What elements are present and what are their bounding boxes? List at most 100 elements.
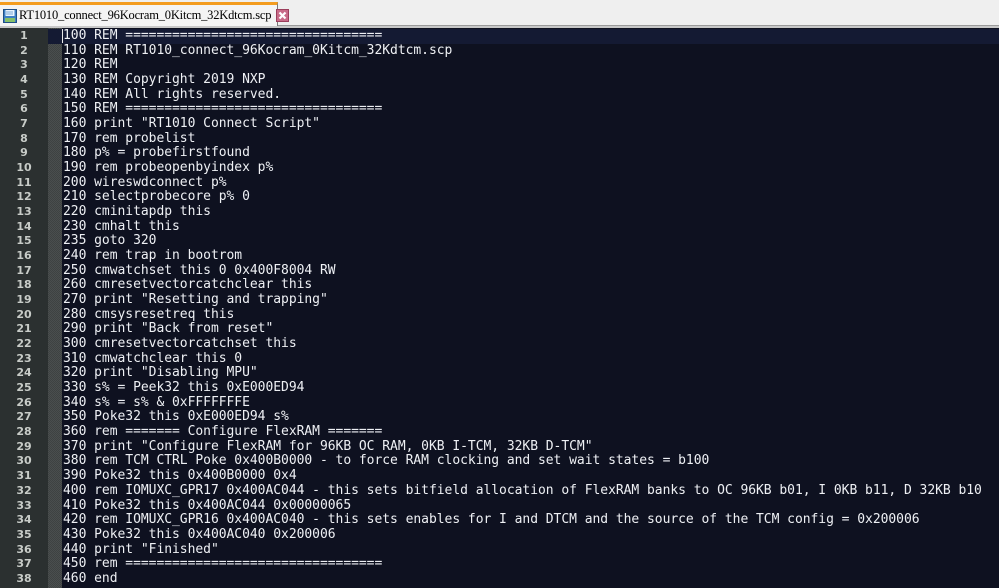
line-text: 410 Poke32 this 0x400AC044 0x00000065 (63, 497, 352, 513)
code-line[interactable]: 7 160 print "RT1010 Connect Script" (0, 116, 999, 132)
code-line[interactable]: 18 260 cmresetvectorcatchclear this (0, 278, 999, 293)
tab-file[interactable]: RT1010_connect_96Kocram_0Kitcm_32Kdtcm.s… (0, 2, 290, 26)
code-line[interactable]: 23 310 cmwatchclear this 0 (0, 351, 999, 367)
line-number: 33 (16, 498, 32, 512)
code-line[interactable]: 2 110 REM RT1010_connect_96Kocram_0Kitcm… (0, 43, 999, 59)
line-number: 21 (16, 322, 32, 336)
line-number: 8 (20, 131, 28, 145)
code-line[interactable]: 38 460 end (0, 570, 999, 587)
code-line[interactable]: 35 430 Poke32 this 0x400AC040 0x200006 (0, 526, 999, 543)
code-line[interactable]: 21 290 print "Back from reset" (0, 322, 999, 337)
line-number: 29 (16, 439, 32, 453)
line-number: 6 (20, 102, 28, 116)
code-line[interactable]: 19 270 print "Resetting and trapping" (0, 292, 999, 308)
code-line[interactable]: 33 410 Poke32 this 0x400AC044 0x00000065 (0, 497, 999, 514)
line-text: 330 s% = Peek32 this 0xE000ED94 (63, 380, 305, 396)
line-number: 25 (16, 381, 32, 395)
code-line[interactable]: 6 150 REM ==============================… (0, 102, 999, 117)
line-number: 37 (16, 557, 32, 571)
line-text: 260 cmresetvectorcatchclear this (63, 277, 313, 293)
line-text: 320 print "Disabling MPU" (63, 365, 258, 381)
code-line[interactable]: 14 230 cmhalt this (0, 218, 999, 235)
line-number: 4 (20, 73, 28, 87)
line-number: 38 (16, 571, 32, 585)
line-text: 250 cmwatchset this 0 0x400F8004 RW (63, 262, 336, 278)
line-number: 5 (20, 87, 28, 101)
code-line[interactable]: 27 350 Poke32 this 0xE000ED94 s% (0, 410, 999, 425)
line-text: 390 Poke32 this 0x400B0000 0x4 (63, 468, 297, 484)
line-number: 18 (16, 278, 32, 292)
code-line[interactable]: 30 380 rem TCM CTRL Poke 0x400B0000 - to… (0, 454, 999, 469)
line-text: 100 REM ================================… (63, 28, 383, 43)
line-number: 26 (16, 395, 32, 409)
line-text: 280 cmsysresetreq this (63, 306, 235, 322)
line-text: 430 Poke32 this 0x400AC040 0x200006 (63, 526, 336, 542)
line-text: 180 p% = probefirstfound (63, 145, 250, 161)
line-text: 350 Poke32 this 0xE000ED94 s% (63, 409, 289, 425)
line-text: 220 cminitapdp this (63, 204, 211, 220)
line-number: 17 (16, 263, 32, 277)
code-line[interactable]: 5 140 REM All rights reserved. (0, 87, 999, 103)
line-number: 16 (16, 249, 32, 263)
code-line[interactable]: 11 200 wireswdconnect p% (0, 174, 999, 191)
line-text: 190 rem probeopenbyindex p% (63, 160, 274, 176)
line-number: 27 (16, 410, 32, 424)
line-text: 450 rem ================================… (63, 556, 383, 572)
line-number: 7 (20, 117, 28, 131)
code-line[interactable]: 32 400 rem IOMUXC_GPR17 0x400AC044 - thi… (0, 482, 999, 499)
line-text: 200 wireswdconnect p% (63, 174, 227, 190)
close-icon[interactable] (276, 9, 290, 22)
code-line[interactable]: 25 330 s% = Peek32 this 0xE000ED94 (0, 380, 999, 396)
line-number: 36 (16, 542, 32, 556)
code-line[interactable]: 22 300 cmresetvectorcatchset this (0, 336, 999, 352)
code-line[interactable]: 36 440 print "Finished" (0, 541, 999, 558)
code-editor[interactable]: 1 100 REM ==============================… (0, 28, 999, 588)
line-text: 460 end (63, 570, 118, 586)
line-text: 300 cmresetvectorcatchset this (63, 336, 297, 352)
text-caret (62, 29, 63, 43)
line-number: 22 (16, 337, 32, 351)
code-lines: 1 100 REM ==============================… (0, 28, 999, 587)
code-line[interactable]: 24 320 print "Disabling MPU" (0, 366, 999, 381)
line-text: 235 goto 320 (63, 233, 157, 249)
code-line[interactable]: 15 235 goto 320 (0, 234, 999, 249)
line-text: 130 REM Copyright 2019 NXP (63, 72, 266, 88)
save-icon (3, 8, 17, 23)
tab-title: RT1010_connect_96Kocram_0Kitcm_32Kdtcm.s… (19, 8, 272, 22)
line-text: 360 rem ======= Configure FlexRAM ======… (63, 424, 383, 440)
code-line[interactable]: 16 240 rem trap in bootrom (0, 248, 999, 264)
code-line[interactable]: 28 360 rem ======= Configure FlexRAM ===… (0, 424, 999, 440)
line-number: 2 (20, 43, 28, 57)
code-line[interactable]: 26 340 s% = s% & 0xFFFFFFFE (0, 395, 999, 411)
line-number: 12 (16, 190, 32, 204)
line-number: 9 (20, 146, 28, 160)
line-number: 23 (16, 351, 32, 365)
code-line[interactable]: 10 190 rem probeopenbyindex p% (0, 160, 999, 176)
code-line[interactable]: 13 220 cminitapdp this (0, 204, 999, 220)
code-line[interactable]: 34 420 rem IOMUXC_GPR16 0x400AC040 - thi… (0, 512, 999, 528)
line-number: 19 (16, 293, 32, 307)
line-text: 380 rem TCM CTRL Poke 0x400B0000 - to fo… (63, 453, 710, 469)
line-number: 14 (16, 219, 32, 233)
code-line[interactable]: 29 370 print "Configure FlexRAM for 96KB… (0, 438, 999, 455)
code-line[interactable]: 12 210 selectprobecore p% 0 (0, 190, 999, 205)
code-line[interactable]: 17 250 cmwatchset this 0 0x400F8004 RW (0, 262, 999, 279)
line-number: 20 (16, 307, 32, 321)
line-number: 24 (16, 366, 32, 380)
line-text: 440 print "Finished" (63, 541, 219, 557)
tab-bar: RT1010_connect_96Kocram_0Kitcm_32Kdtcm.s… (0, 0, 999, 26)
code-line[interactable]: 9 180 p% = probefirstfound (0, 146, 999, 161)
code-line[interactable]: 4 130 REM Copyright 2019 NXP (0, 72, 999, 88)
line-text: 170 rem probelist (63, 130, 196, 146)
line-text: 240 rem trap in bootrom (63, 248, 243, 264)
line-text: 210 selectprobecore p% 0 (63, 189, 250, 205)
line-text: 230 cmhalt this (63, 218, 180, 234)
code-line[interactable]: 1 100 REM ==============================… (0, 28, 999, 44)
code-line[interactable]: 8 170 rem probelist (0, 130, 999, 147)
code-line[interactable]: 20 280 cmsysresetreq this (0, 306, 999, 323)
code-line[interactable]: 3 120 REM (0, 58, 999, 73)
code-line[interactable]: 37 450 rem =============================… (0, 557, 999, 572)
line-text: 400 rem IOMUXC_GPR17 0x400AC044 - this s… (63, 482, 982, 498)
code-line[interactable]: 31 390 Poke32 this 0x400B0000 0x4 (0, 468, 999, 484)
line-text: 370 print "Configure FlexRAM for 96KB OC… (63, 438, 593, 454)
